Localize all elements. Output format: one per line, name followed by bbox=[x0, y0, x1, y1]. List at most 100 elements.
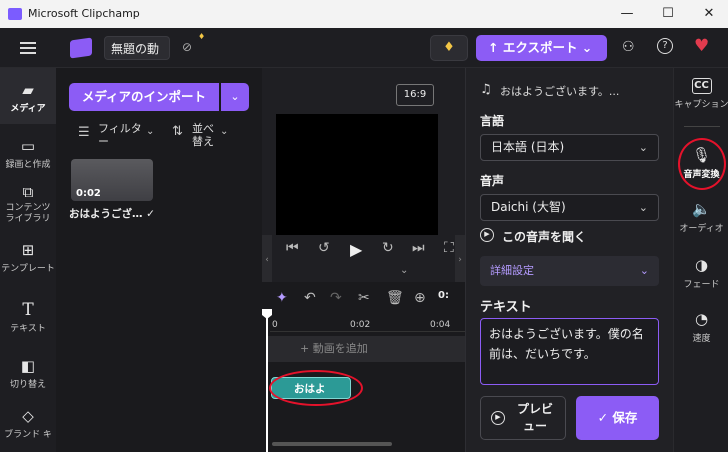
import-media-button[interactable]: メディアのインポート bbox=[69, 83, 219, 111]
sidebar-item-content-library[interactable]: ⧉ コンテンツ ライブラリ bbox=[0, 184, 56, 225]
thumbnail-duration: 0:02 bbox=[76, 188, 101, 199]
captions-icon: CC bbox=[691, 78, 712, 94]
advanced-settings-toggle[interactable]: 詳細設定 ⌄ bbox=[480, 256, 659, 286]
undo-icon[interactable]: ↶ bbox=[304, 290, 316, 306]
ruler-tick: 0:02 bbox=[350, 320, 371, 330]
sidebar-label: フェード bbox=[683, 280, 720, 290]
voice-value: Daichi (大智) bbox=[491, 200, 566, 214]
speech-text-input[interactable]: おはようございます。僕の名前は、だいちです。 bbox=[480, 318, 659, 385]
left-sidebar: ▰ メディア ▭ 録画と作成 ⧉ コンテンツ ライブラリ ⊞ テンプレート T … bbox=[0, 68, 56, 452]
chevron-down-icon: ⌄ bbox=[638, 201, 648, 214]
chevron-down-icon: ⌄ bbox=[639, 264, 649, 277]
preview-button-label: プレビュー bbox=[516, 402, 553, 433]
maximize-button[interactable]: ☐ bbox=[658, 4, 678, 24]
right-sidebar: CC キャプション 🎙 音声変換 🔈 オーディオ ◑ フェード ◔ 速度 bbox=[673, 68, 728, 452]
thumbnail-label: おはようござ… ✓ bbox=[69, 208, 155, 220]
sidebar-label: 速度 bbox=[692, 334, 711, 344]
sidebar-item-transitions[interactable]: ◧ 切り替え bbox=[0, 358, 56, 390]
save-button-label: 保存 bbox=[612, 410, 638, 425]
close-button[interactable]: ✕ bbox=[699, 4, 719, 24]
import-dropdown-icon[interactable]: ⌄ bbox=[221, 83, 249, 111]
sidebar-item-fade[interactable]: ◑ フェード bbox=[674, 256, 728, 290]
video-canvas bbox=[276, 114, 438, 235]
collapse-preview-icon[interactable]: ⌄ bbox=[400, 265, 408, 276]
play-circle-icon: ▶ bbox=[491, 411, 505, 425]
template-icon: ⊞ bbox=[21, 241, 35, 259]
folder-icon: ▰ bbox=[22, 81, 34, 99]
aspect-ratio-button[interactable]: 16:9 bbox=[396, 84, 434, 106]
project-name-field[interactable]: 無題の動 bbox=[104, 36, 170, 60]
sidebar-label: キャプション bbox=[674, 100, 728, 110]
preview-panel: 16:9 ⏮ ↺ ▶ ↻ ⏭ ⛶ ⌄ bbox=[262, 68, 465, 282]
timeline-scrollbar[interactable] bbox=[272, 442, 392, 446]
library-icon: ⧉ bbox=[22, 183, 34, 201]
premium-gem-button[interactable]: ♦ bbox=[430, 35, 468, 61]
rewind-5-icon[interactable]: ↺ bbox=[318, 240, 330, 256]
speed-icon: ◔ bbox=[694, 310, 709, 328]
save-button[interactable]: ✓ 保存 bbox=[576, 396, 659, 440]
media-panel: メディアのインポート ⌄ ☰ フィルター ⌄ ⇅ 並べ替え ⌄ 0:02 おはよ… bbox=[56, 68, 262, 452]
camera-icon: ▭ bbox=[20, 137, 36, 155]
forward-5-icon[interactable]: ↻ bbox=[382, 240, 394, 256]
voice-heading: 音声 bbox=[480, 174, 505, 188]
export-button[interactable]: ↑ エクスポート ⌄ bbox=[476, 35, 607, 61]
speaker-icon: 🔈 bbox=[692, 200, 711, 218]
ruler-tick: 0:04 bbox=[430, 320, 451, 330]
text-icon: T bbox=[22, 300, 34, 320]
sort-button[interactable]: 並べ替え bbox=[192, 122, 216, 148]
cut-icon[interactable]: ✂ bbox=[358, 290, 370, 306]
right-collapse-handle[interactable]: › bbox=[455, 235, 465, 285]
sidebar-item-media[interactable]: ▰ メディア bbox=[0, 68, 56, 124]
highlight-oval bbox=[269, 370, 363, 406]
sidebar-item-record[interactable]: ▭ 録画と作成 bbox=[0, 138, 56, 170]
filter-icon: ☰ bbox=[78, 125, 90, 140]
delete-icon[interactable]: 🗑 bbox=[386, 290, 404, 306]
cloud-sync-off-icon[interactable]: ⊘ bbox=[182, 40, 192, 54]
sidebar-item-templates[interactable]: ⊞ テンプレート bbox=[0, 242, 56, 274]
sort-chevron-icon: ⌄ bbox=[220, 126, 229, 137]
brand-icon: ◇ bbox=[22, 407, 34, 425]
fade-icon: ◑ bbox=[694, 256, 709, 274]
menu-icon[interactable] bbox=[20, 39, 36, 57]
heart-icon[interactable]: ♥ bbox=[694, 36, 709, 56]
skip-end-icon[interactable]: ⏭ bbox=[412, 240, 425, 256]
advanced-settings-label: 詳細設定 bbox=[490, 264, 534, 277]
left-collapse-handle[interactable]: ‹ bbox=[262, 235, 272, 285]
chevron-down-icon: ⌄ bbox=[638, 141, 648, 154]
play-circle-icon[interactable]: ▶ bbox=[480, 228, 494, 242]
music-note-icon: ♫ bbox=[480, 82, 492, 97]
project-icon bbox=[70, 37, 92, 59]
sidebar-item-speed[interactable]: ◔ 速度 bbox=[674, 310, 728, 344]
listen-voice-link[interactable]: この音声を聞く bbox=[502, 228, 586, 245]
ruler-tick: 0 bbox=[272, 320, 278, 330]
text-to-speech-panel: ♫ おはようございます。... 言語 日本語 (日本) ⌄ 音声 Daichi … bbox=[465, 68, 673, 452]
timeline-panel: ✦ ↶ ↷ ✂ 🗑 ⊕ 0: 0 0:02 0:04 + 動画を追加 おはよ bbox=[262, 282, 465, 452]
filter-chevron-icon: ⌄ bbox=[146, 126, 155, 137]
redo-icon[interactable]: ↷ bbox=[330, 290, 342, 306]
language-select[interactable]: 日本語 (日本) ⌄ bbox=[480, 134, 659, 161]
timecode: 0: bbox=[438, 290, 449, 301]
fullscreen-icon[interactable]: ⛶ bbox=[444, 240, 454, 256]
language-value: 日本語 (日本) bbox=[491, 140, 565, 154]
sidebar-item-brand-kit[interactable]: ◇ ブランド キ bbox=[0, 408, 56, 440]
video-track-placeholder[interactable]: + 動画を追加 bbox=[268, 336, 465, 362]
ai-sparkle-icon[interactable]: ✦ bbox=[276, 290, 288, 306]
sidebar-item-captions[interactable]: CC キャプション bbox=[674, 78, 728, 110]
sidebar-item-text[interactable]: T テキスト bbox=[0, 300, 56, 335]
filter-button[interactable]: フィルター bbox=[98, 122, 148, 148]
preview-button[interactable]: ▶ プレビュー bbox=[480, 396, 566, 440]
help-icon[interactable]: ? bbox=[657, 38, 673, 54]
window-title-bar: Microsoft Clipchamp — ☐ ✕ bbox=[0, 0, 728, 28]
voice-select[interactable]: Daichi (大智) ⌄ bbox=[480, 194, 659, 221]
skip-start-icon[interactable]: ⏮ bbox=[286, 240, 299, 256]
premium-badge-icon: ♦ bbox=[198, 32, 206, 41]
add-clip-icon[interactable]: ⊕ bbox=[414, 290, 426, 306]
play-icon[interactable]: ▶ bbox=[350, 240, 362, 259]
language-heading: 言語 bbox=[480, 114, 505, 128]
sidebar-item-audio[interactable]: 🔈 オーディオ bbox=[674, 200, 728, 234]
divider bbox=[684, 126, 720, 127]
playhead[interactable] bbox=[266, 316, 268, 452]
share-icon[interactable]: ⚇ bbox=[622, 39, 635, 55]
media-thumbnail[interactable]: 0:02 bbox=[71, 159, 153, 201]
minimize-button[interactable]: — bbox=[617, 4, 637, 24]
